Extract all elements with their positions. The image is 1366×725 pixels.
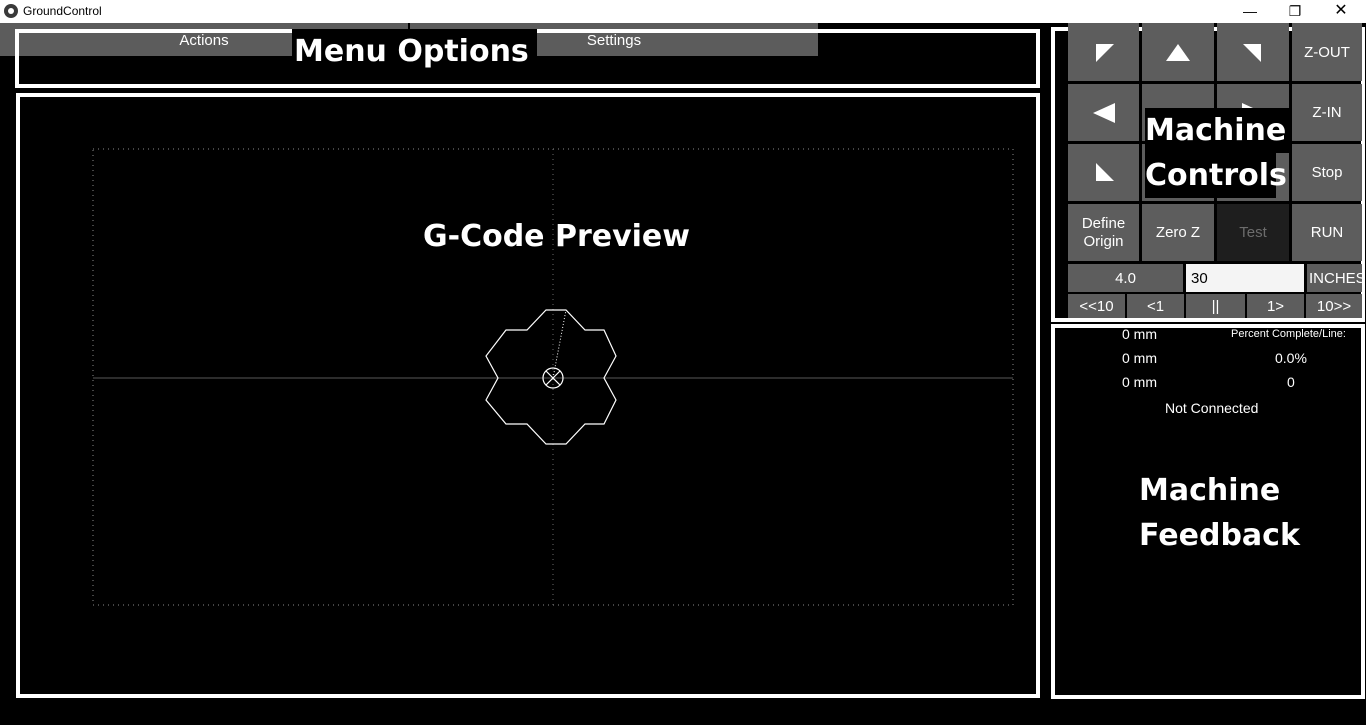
z-out-button[interactable]: Z-OUT [1292, 23, 1362, 81]
gcode-preview-label: G-Code Preview [423, 219, 690, 254]
define-origin-button[interactable]: Define Origin [1068, 204, 1139, 261]
pause-button[interactable]: || [1186, 294, 1245, 318]
gcode-preview-canvas[interactable] [20, 97, 1036, 694]
define-origin-label-1: Define [1081, 214, 1126, 232]
machine-feedback-label-line1: Machine [1139, 468, 1281, 513]
connection-status: Not Connected [1165, 400, 1259, 416]
move-up-right-button[interactable] [1217, 23, 1289, 81]
y-position-readout: 0 mm [1122, 350, 1157, 366]
zero-z-button[interactable]: Zero Z [1142, 204, 1214, 261]
minimize-icon[interactable]: — [1227, 0, 1273, 23]
restore-icon[interactable]: ❐ [1272, 0, 1318, 23]
arrow-left-icon [1092, 102, 1115, 123]
forward-1-line-button[interactable]: 1> [1247, 294, 1304, 318]
move-up-left-button[interactable] [1068, 23, 1139, 81]
app-icon [4, 4, 18, 18]
x-position-readout: 0 mm [1122, 326, 1157, 342]
units-toggle-button[interactable]: INCHES [1307, 264, 1362, 292]
step-size-input[interactable]: 30 [1186, 264, 1304, 292]
arrow-up-right-icon [1243, 44, 1261, 62]
title-bar: GroundControl — ❐ ✕ [0, 0, 1366, 23]
machine-controls-label-line2: Controls [1145, 153, 1287, 198]
gcode-toolpath [485, 309, 617, 445]
window-title: GroundControl [23, 4, 102, 18]
move-left-button[interactable] [1068, 84, 1139, 141]
define-origin-label-2: Origin [1083, 232, 1124, 250]
forward-10-lines-button[interactable]: 10>> [1306, 294, 1362, 318]
arrow-up-left-icon [1095, 44, 1114, 62]
z-position-readout: 0 mm [1122, 374, 1157, 390]
z-in-button[interactable]: Z-IN [1292, 84, 1362, 141]
run-button[interactable]: RUN [1292, 204, 1362, 261]
percent-complete-label: Percent Complete/Line: [1231, 328, 1346, 340]
test-button[interactable]: Test [1217, 204, 1289, 261]
move-down-left-button[interactable] [1068, 144, 1139, 201]
arrow-down-left-icon [1095, 162, 1114, 181]
machine-controls-label-line1: Machine [1145, 108, 1289, 153]
menu-options-label: Menu Options [292, 29, 537, 74]
move-up-button[interactable] [1142, 23, 1214, 81]
arrow-up-icon [1166, 44, 1190, 61]
close-icon[interactable]: ✕ [1318, 0, 1364, 23]
machine-feedback-label-line2: Feedback [1139, 513, 1300, 558]
current-line-value: 0 [1287, 374, 1295, 390]
back-10-lines-button[interactable]: <<10 [1068, 294, 1125, 318]
percent-complete-value: 0.0% [1275, 350, 1307, 366]
step-size-button[interactable]: 4.0 [1068, 264, 1183, 292]
stop-button[interactable]: Stop [1292, 144, 1362, 201]
back-1-line-button[interactable]: <1 [1127, 294, 1184, 318]
